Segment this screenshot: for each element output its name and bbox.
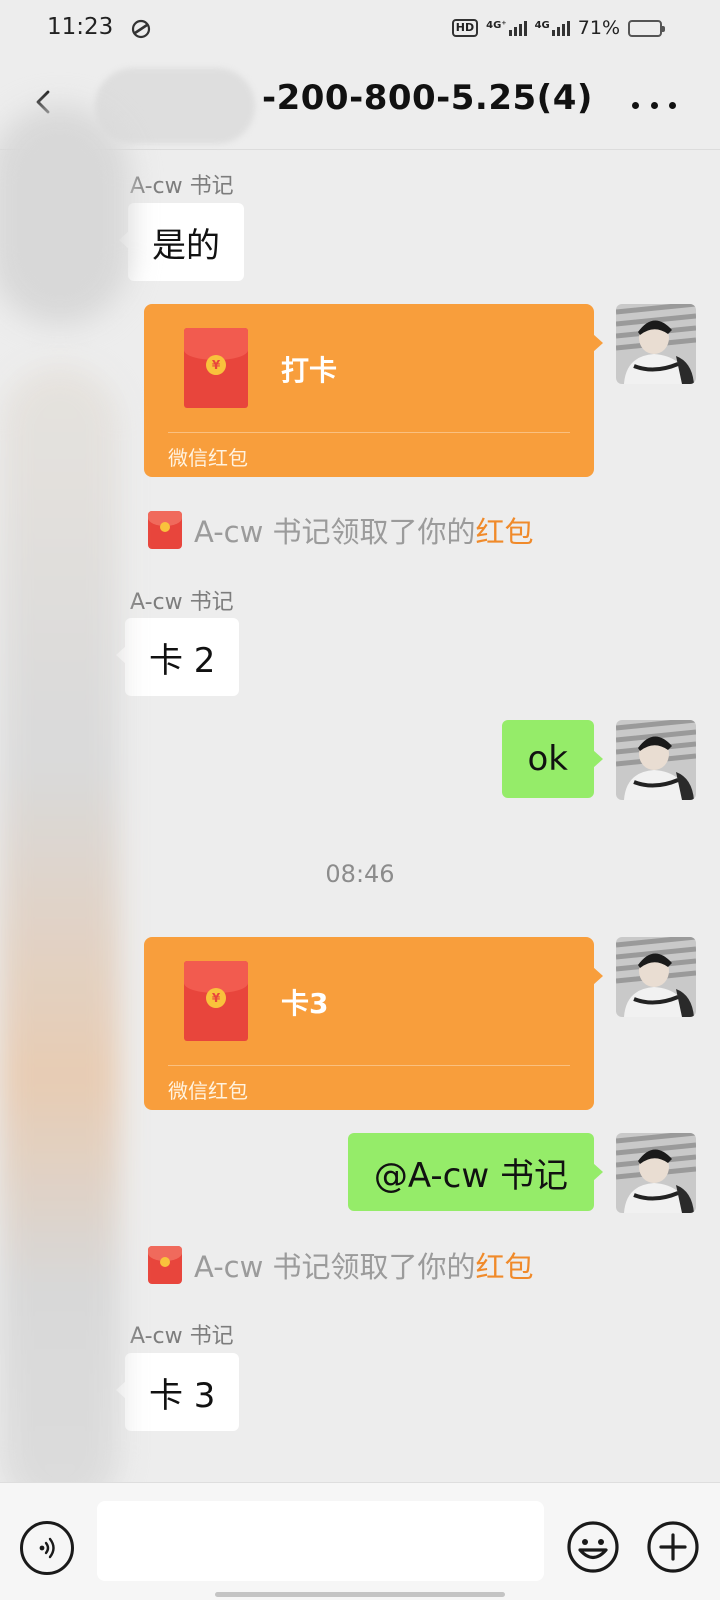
- notice-text: A-cw 书记领取了你的: [194, 515, 476, 549]
- sender-name: A-cw 书记: [130, 590, 234, 615]
- status-time: 11:23: [47, 14, 114, 40]
- message-bubble-outgoing[interactable]: ok: [501, 720, 603, 798]
- signal-icon-2: 4G: [534, 19, 570, 36]
- red-packet-label: 微信红包: [168, 446, 248, 470]
- avatar[interactable]: [616, 720, 696, 800]
- redacted-title-area: [95, 68, 255, 144]
- red-packet-link[interactable]: 红包: [476, 1250, 534, 1284]
- divider: [168, 432, 570, 433]
- signal-icon: 4G⁺: [486, 19, 527, 36]
- avatar[interactable]: [616, 937, 696, 1017]
- red-packet-label: 微信红包: [168, 1079, 248, 1103]
- title-bar: -200-800-5.25(4): [0, 60, 720, 150]
- red-packet-title: 卡3: [281, 987, 329, 1020]
- privacy-blur-overlay: [0, 105, 130, 1525]
- voice-icon[interactable]: [20, 1521, 74, 1575]
- message-input[interactable]: [97, 1501, 544, 1581]
- emoji-icon[interactable]: [565, 1519, 621, 1575]
- battery-icon: [628, 19, 665, 37]
- message-bubble-incoming[interactable]: 卡 3: [115, 1353, 240, 1431]
- chat-title: -200-800-5.25(4): [262, 78, 593, 118]
- message-bubble-outgoing[interactable]: @A-cw 书记: [347, 1133, 604, 1211]
- red-packet-message[interactable]: ¥ 打卡 微信红包: [144, 304, 603, 477]
- message-timestamp: 08:46: [325, 860, 395, 888]
- plus-icon[interactable]: [645, 1519, 701, 1575]
- hd-badge: HD: [451, 19, 479, 37]
- red-packet-received-notice: A-cw 书记领取了你的红包: [148, 510, 534, 550]
- red-packet-link[interactable]: 红包: [476, 515, 534, 549]
- avatar[interactable]: [616, 1133, 696, 1213]
- network-label-1: 4G⁺: [486, 19, 507, 31]
- message-bubble-incoming[interactable]: 卡 2: [115, 618, 240, 696]
- red-packet-received-notice: A-cw 书记领取了你的红包: [148, 1245, 534, 1285]
- back-icon[interactable]: [28, 82, 62, 122]
- more-icon[interactable]: [632, 90, 676, 120]
- sender-name: A-cw 书记: [130, 1324, 234, 1349]
- red-packet-icon: [148, 1246, 182, 1284]
- status-bar: 11:23 HD 4G⁺ 4G 71%: [0, 0, 720, 56]
- message-bubble-incoming[interactable]: 是的: [119, 203, 244, 281]
- red-packet-title: 打卡: [281, 354, 338, 387]
- status-indicators: HD 4G⁺ 4G 71%: [451, 14, 665, 42]
- battery-percent: 71%: [577, 17, 620, 39]
- red-packet-message[interactable]: ¥ 卡3 微信红包: [144, 937, 603, 1110]
- input-bar: [0, 1482, 720, 1600]
- red-packet-icon: ¥: [184, 328, 248, 408]
- notice-text: A-cw 书记领取了你的: [194, 1250, 476, 1284]
- red-packet-icon: [148, 511, 182, 549]
- network-label-2: 4G: [534, 19, 550, 31]
- sender-name: A-cw 书记: [130, 174, 234, 199]
- home-indicator[interactable]: [215, 1592, 505, 1597]
- avatar[interactable]: [616, 304, 696, 384]
- app-notification-icon: [131, 19, 151, 39]
- red-packet-icon: ¥: [184, 961, 248, 1041]
- divider: [168, 1065, 570, 1066]
